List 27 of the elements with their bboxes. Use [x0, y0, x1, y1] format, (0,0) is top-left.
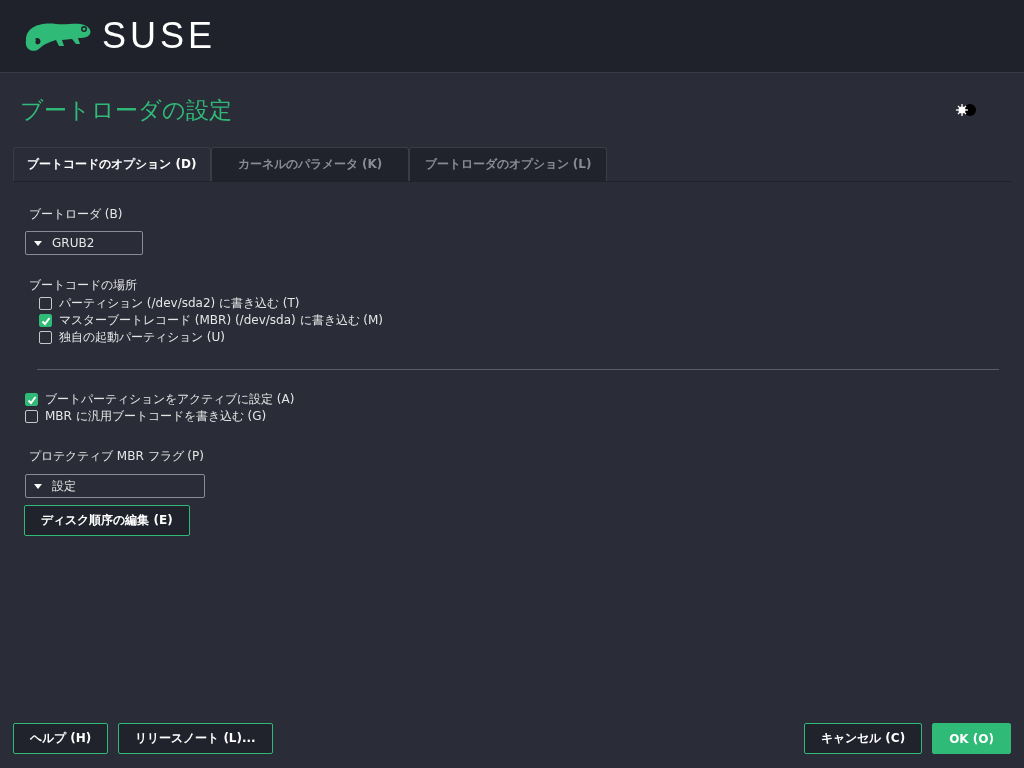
- checkbox[interactable]: [39, 297, 52, 310]
- page-title: ブートローダの設定: [20, 95, 232, 125]
- checkbox-label: パーティション (/dev/sda2) に書き込む (T): [59, 295, 300, 312]
- tab[interactable]: ブートコードのオプション (D): [13, 147, 211, 181]
- field-label: プロテクティブ MBR フラグ (P): [29, 448, 204, 465]
- caret-icon: [34, 483, 42, 489]
- caret-icon: [34, 240, 42, 246]
- section-label: ブートコードの場所: [29, 277, 137, 294]
- footer-button[interactable]: キャンセル (C): [804, 723, 923, 754]
- footer-button[interactable]: ヘルプ (H): [13, 723, 109, 754]
- protective-mbr-dropdown[interactable]: 設定: [25, 474, 205, 498]
- checkbox[interactable]: [39, 331, 52, 344]
- tab[interactable]: カーネルのパラメータ (K): [211, 147, 409, 181]
- checkbox[interactable]: [25, 410, 38, 423]
- edit-disk-order-button[interactable]: ディスク順序の編集 (E): [24, 505, 190, 536]
- field-label: ブートローダ (B): [29, 206, 123, 223]
- footer-button[interactable]: リリースノート (L)...: [118, 723, 273, 754]
- checkbox-label: マスターブートレコード (MBR) (/dev/sda) に書き込む (M): [59, 312, 384, 329]
- checkbox-label: MBR に汎用ブートコードを書き込む (G): [45, 408, 267, 425]
- checkbox-label: 独自の起動パーティション (U): [59, 329, 225, 346]
- sun-moon-icon[interactable]: [953, 102, 979, 118]
- checkbox[interactable]: [39, 314, 52, 327]
- checkbox[interactable]: [25, 393, 38, 406]
- tab[interactable]: ブートローダのオプション (L): [409, 147, 607, 181]
- bootloader-dropdown[interactable]: GRUB2: [25, 231, 143, 255]
- logo-wordmark: SUSE: [102, 15, 217, 57]
- checkbox-label: ブートパーティションをアクティブに設定 (A): [45, 391, 295, 408]
